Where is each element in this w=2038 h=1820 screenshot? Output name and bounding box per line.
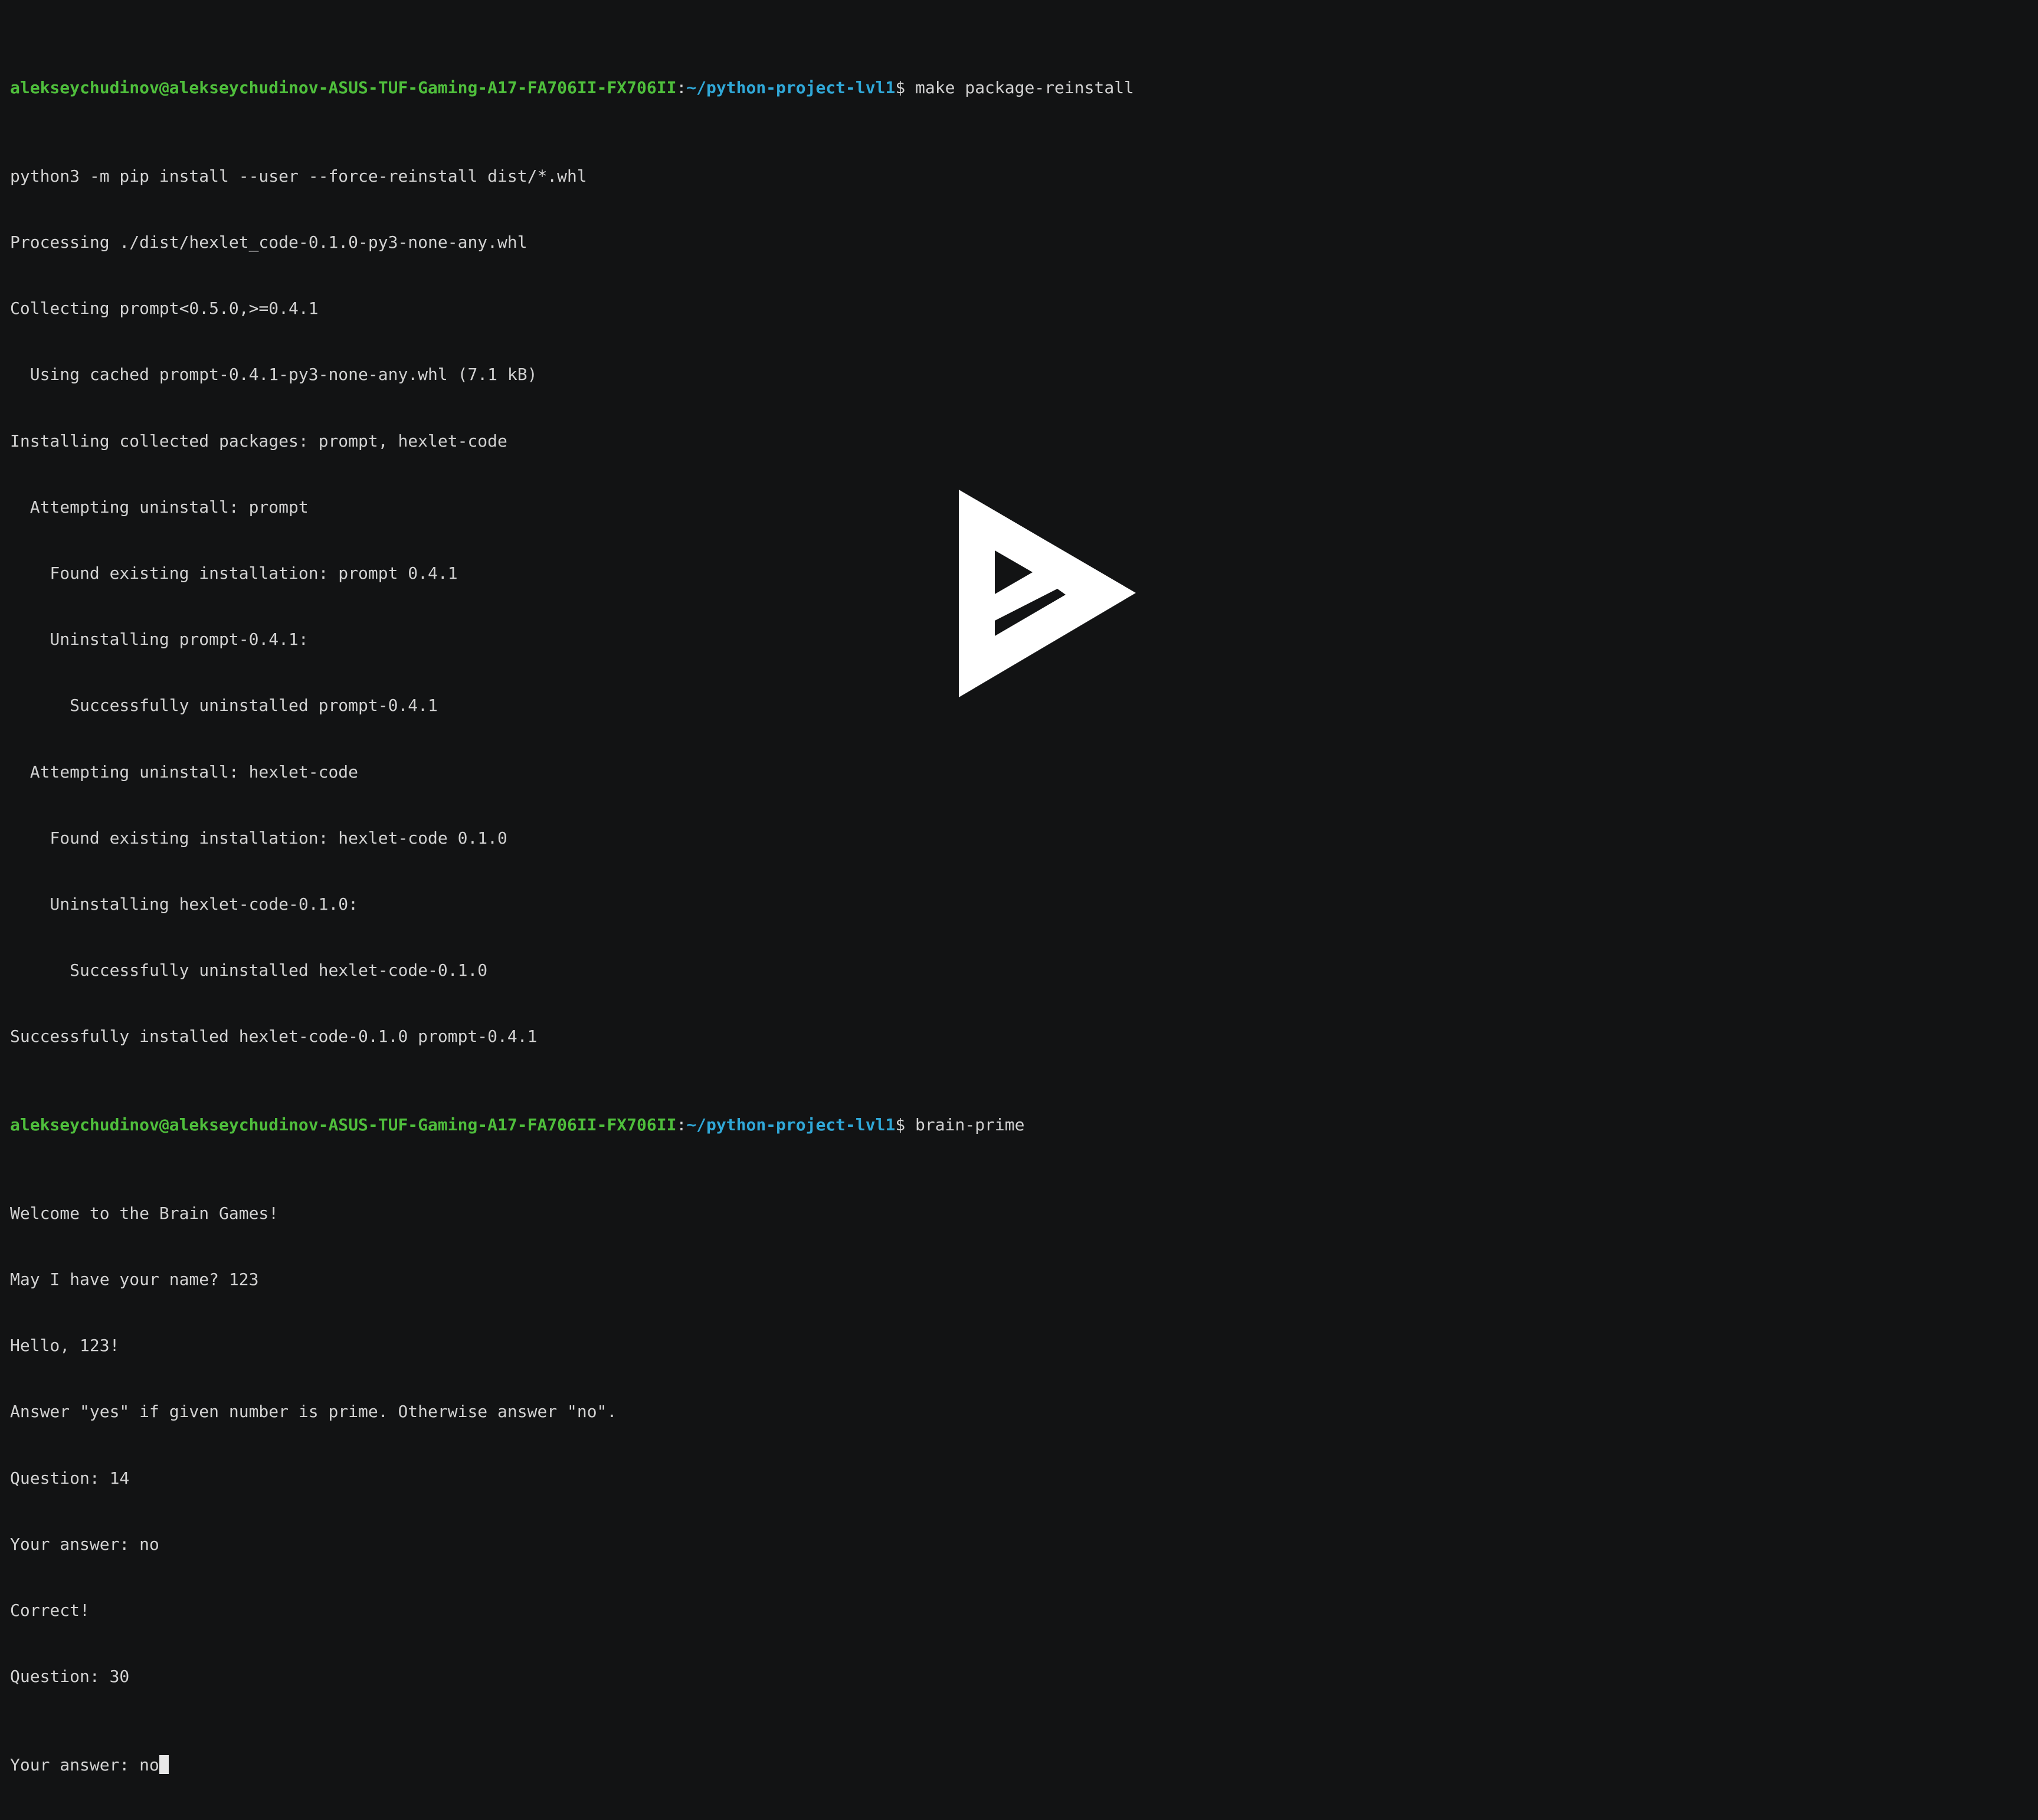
prompt-dollar: $ (895, 78, 916, 98)
output-line: Question: 14 (10, 1468, 130, 1488)
output-line: python3 -m pip install --user --force-re… (10, 166, 587, 186)
prompt-dollar: $ (895, 1115, 916, 1135)
prompt-line-2: alekseychudinov@alekseychudinov-ASUS-TUF… (10, 1114, 2038, 1136)
command-text: make package-reinstall (915, 78, 1134, 98)
command-text: brain-prime (915, 1115, 1025, 1135)
current-input-line[interactable]: Your answer: no (10, 1754, 2038, 1776)
output-line: Uninstalling hexlet-code-0.1.0: (10, 894, 359, 914)
output-line: Found existing installation: hexlet-code… (10, 828, 507, 848)
output-line: Hello, 123! (10, 1336, 120, 1356)
output-line: Successfully uninstalled prompt-0.4.1 (10, 696, 438, 716)
output-line: Collecting prompt<0.5.0,>=0.4.1 (10, 299, 319, 319)
output-line: Your answer: no (10, 1534, 159, 1554)
prompt-colon: : (676, 78, 687, 98)
output-line: Answer "yes" if given number is prime. O… (10, 1402, 617, 1422)
output-line: Attempting uninstall: hexlet-code (10, 762, 359, 782)
output-line: Processing ./dist/hexlet_code-0.1.0-py3-… (10, 232, 527, 252)
prompt-line-1: alekseychudinov@alekseychudinov-ASUS-TUF… (10, 77, 2038, 99)
asciinema-play-icon (959, 490, 1136, 697)
prompt-user-host: alekseychudinov@alekseychudinov-ASUS-TUF… (10, 78, 677, 98)
current-input-text: Your answer: no (10, 1755, 159, 1775)
output-line: Question: 30 (10, 1667, 130, 1687)
output-line: Successfully installed hexlet-code-0.1.0… (10, 1027, 538, 1047)
prompt-colon: : (676, 1115, 687, 1135)
output-line: Welcome to the Brain Games! (10, 1203, 279, 1223)
output-line: Installing collected packages: prompt, h… (10, 431, 507, 451)
output-line: Using cached prompt-0.4.1-py3-none-any.w… (10, 365, 538, 385)
prompt-path: ~/python-project-lvl1 (686, 1115, 896, 1135)
play-button[interactable] (956, 490, 1139, 697)
output-line: Successfully uninstalled hexlet-code-0.1… (10, 960, 488, 980)
output-line: Correct! (10, 1600, 90, 1620)
text-cursor (159, 1755, 169, 1774)
prompt-user-host: alekseychudinov@alekseychudinov-ASUS-TUF… (10, 1115, 677, 1135)
prompt-path: ~/python-project-lvl1 (686, 78, 896, 98)
output-line: May I have your name? 123 (10, 1269, 259, 1289)
